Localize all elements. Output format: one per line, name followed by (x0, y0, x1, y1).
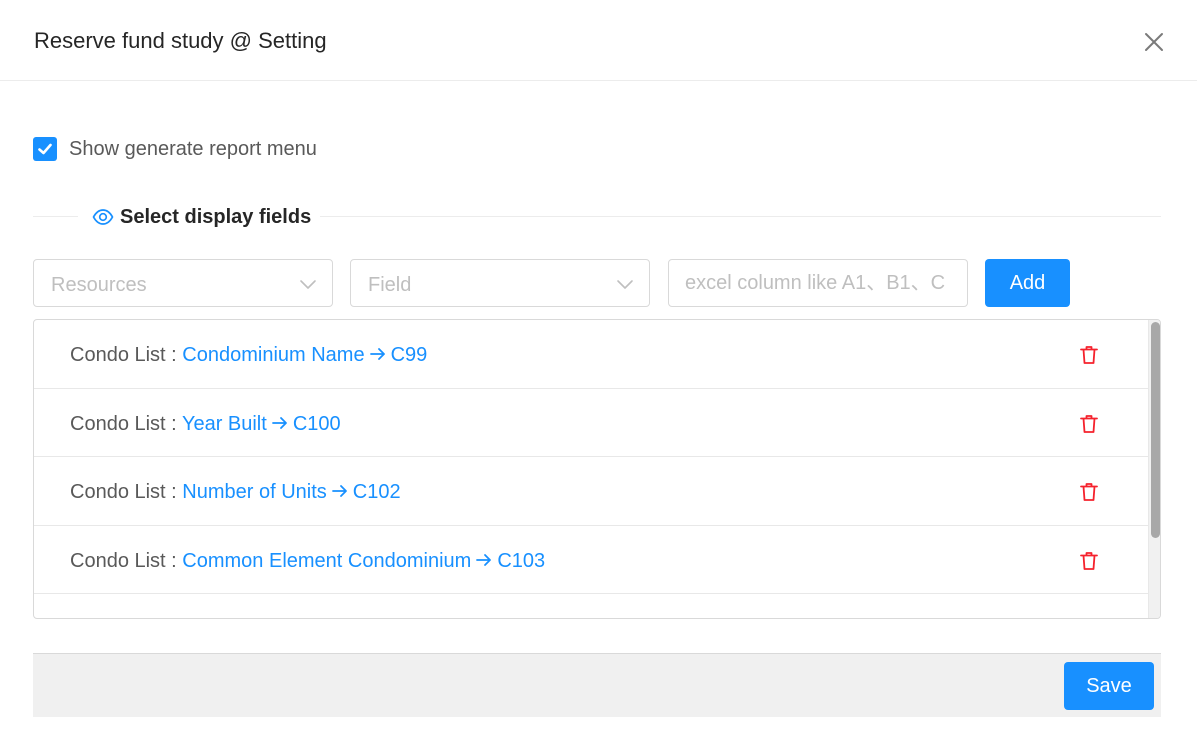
field-placeholder: Field (368, 274, 412, 296)
field-source: Condo List : (70, 412, 182, 435)
close-icon (1145, 33, 1163, 51)
scrollbar-thumb[interactable] (1151, 322, 1160, 538)
trash-icon[interactable] (1077, 480, 1101, 504)
arrow-right-icon (369, 348, 385, 360)
list-item: Condo List : Condominium Name C99 (34, 320, 1148, 389)
field-column: C100 (292, 412, 341, 435)
divider-right (320, 216, 1161, 217)
list-item: Condo List : Common Element Condominium C… (34, 526, 1148, 594)
display-fields-list: Condo List : Condominium Name C99 Condo L… (33, 319, 1161, 619)
field-name: Common Element Condominium (182, 549, 472, 572)
dialog-header: Reserve fund study @ Setting (0, 0, 1197, 81)
section-header: Select display fields (90, 204, 314, 230)
trash-icon[interactable] (1077, 343, 1101, 367)
excel-column-input[interactable] (668, 259, 968, 307)
list-item: Condo List : Year Built C100 (34, 389, 1148, 457)
field-column: C103 (497, 549, 546, 572)
eye-icon (92, 209, 114, 225)
resources-select[interactable]: Resources (33, 259, 333, 307)
list-item: Condo List : Number of Units C102 (34, 457, 1148, 526)
chevron-down-icon (300, 280, 316, 289)
dialog-footer (33, 653, 1161, 717)
add-button[interactable]: Add (985, 259, 1070, 307)
field-source: Condo List : (70, 481, 183, 503)
arrow-right-icon (476, 553, 492, 566)
show-report-menu-checkbox[interactable] (33, 137, 57, 161)
save-button[interactable]: Save (1064, 662, 1154, 710)
show-report-menu-label: Show generate report menu (69, 137, 317, 160)
field-column: C99 (390, 344, 428, 366)
show-report-menu-option[interactable]: Show generate report menu (33, 136, 317, 162)
chevron-down-icon (617, 280, 633, 289)
divider-left (33, 216, 78, 217)
trash-icon[interactable] (1077, 412, 1101, 436)
arrow-right-icon (271, 416, 287, 429)
settings-dialog: Reserve fund study @ Setting Show genera… (0, 0, 1197, 747)
trash-icon[interactable] (1077, 549, 1101, 573)
display-fields-viewport: Condo List : Condominium Name C99 Condo L… (34, 320, 1148, 618)
field-select[interactable]: Field (350, 259, 650, 307)
field-source: Condo List : (70, 549, 183, 572)
check-icon (38, 143, 52, 155)
list-scrollbar[interactable] (1148, 320, 1160, 618)
field-name: Condominium Name (182, 344, 365, 366)
list-item-partial (34, 594, 1148, 618)
field-source: Condo List : (70, 344, 183, 366)
field-name: Year Built (181, 412, 267, 435)
field-name: Number of Units (182, 481, 327, 503)
close-button[interactable] (1140, 28, 1168, 56)
section-title: Select display fields (120, 205, 312, 228)
field-column: C102 (352, 481, 401, 503)
arrow-right-icon (331, 485, 347, 497)
resources-placeholder: Resources (51, 274, 147, 296)
dialog-title: Reserve fund study @ Setting (34, 28, 327, 53)
